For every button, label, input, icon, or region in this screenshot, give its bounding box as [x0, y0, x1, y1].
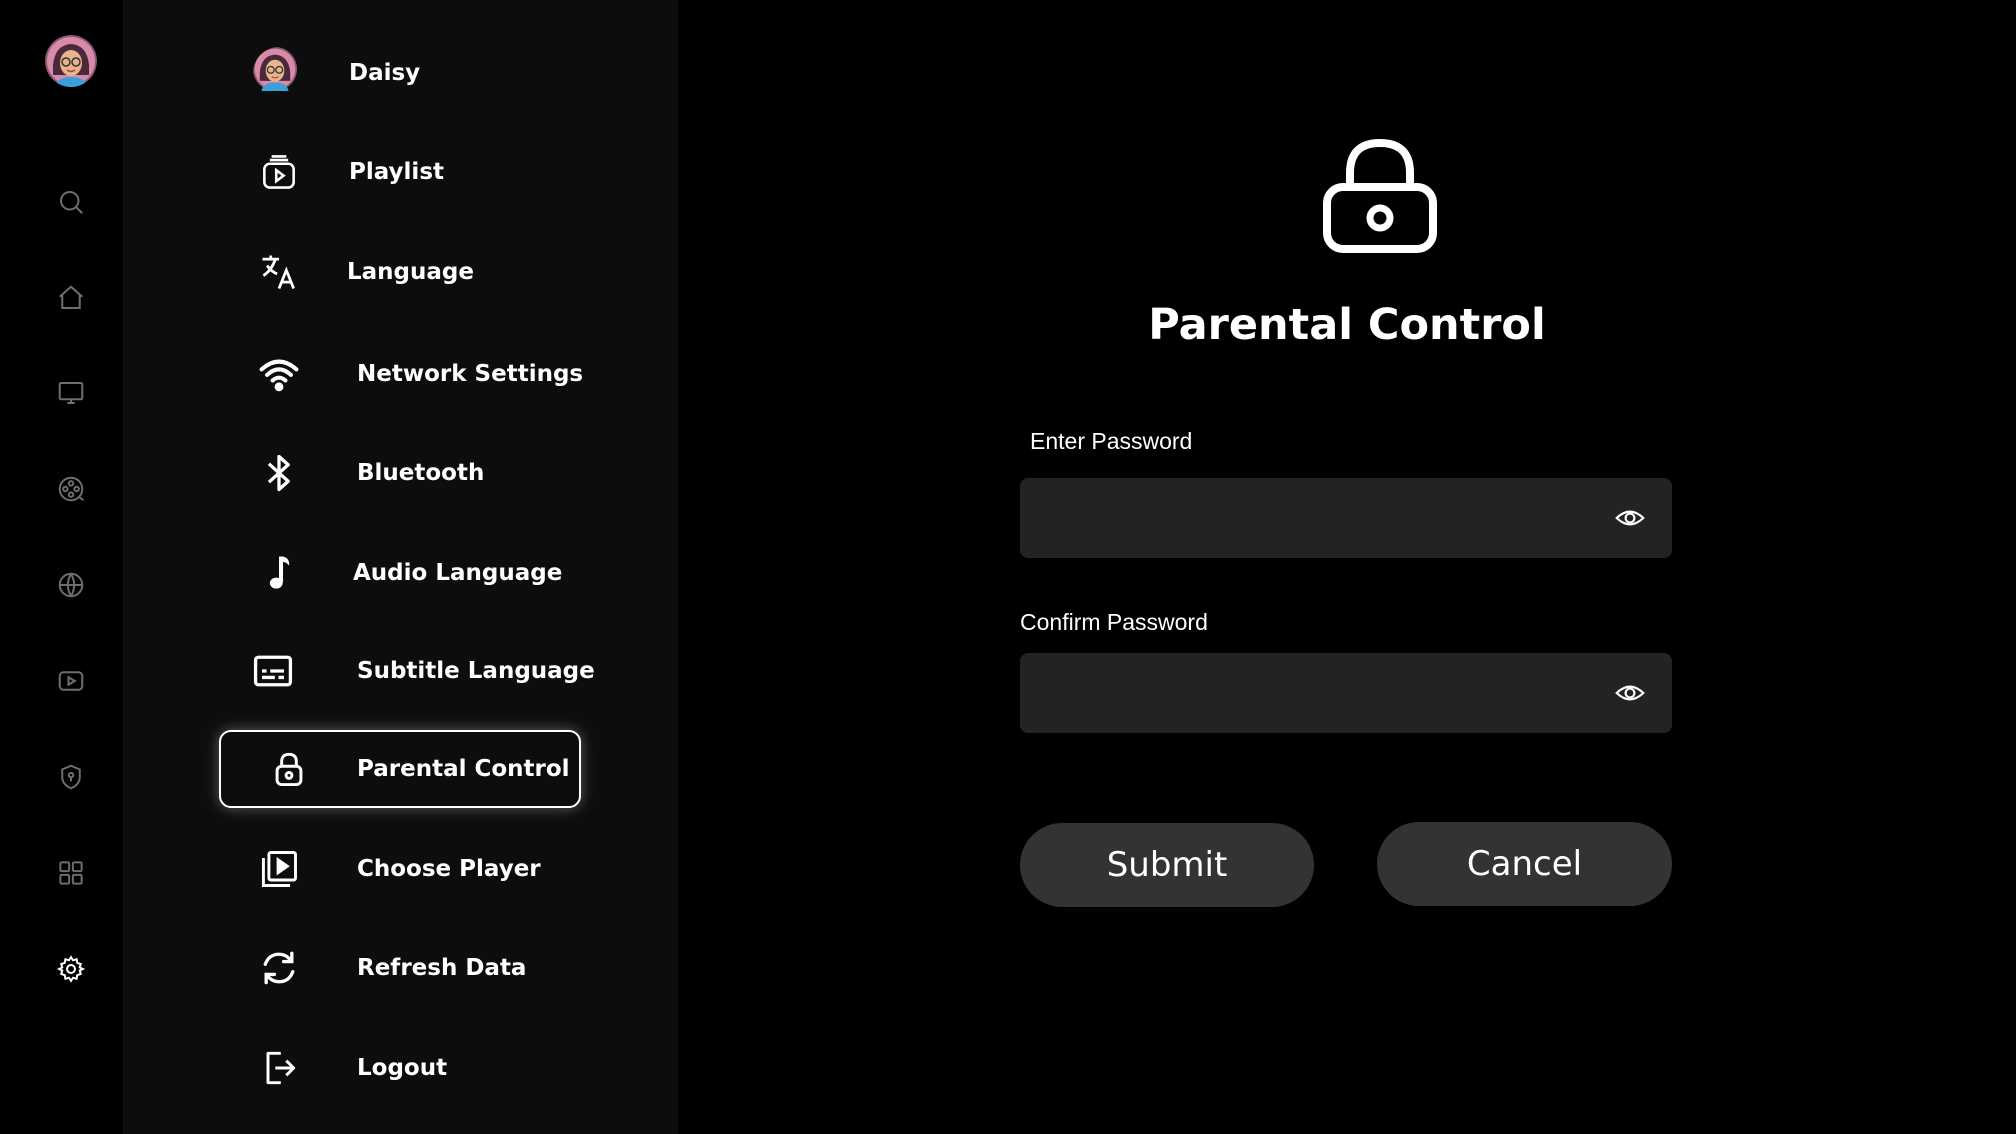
- search-icon[interactable]: [51, 182, 91, 222]
- music-note-icon: [251, 545, 307, 601]
- lock-icon: [261, 741, 317, 797]
- menu-item-label: Choose Player: [357, 856, 541, 882]
- home-icon[interactable]: [51, 278, 91, 318]
- submit-button[interactable]: Submit: [1020, 823, 1314, 907]
- menu-item-bluetooth[interactable]: Bluetooth: [219, 434, 581, 512]
- player-icon: [251, 841, 307, 897]
- menu-item-language[interactable]: Language: [219, 233, 581, 311]
- movies-icon[interactable]: [51, 469, 91, 509]
- cancel-button[interactable]: Cancel: [1377, 822, 1672, 906]
- tv-icon[interactable]: [51, 373, 91, 413]
- menu-item-label: Daisy: [349, 60, 421, 86]
- lock-icon: [1323, 138, 1437, 253]
- menu-item-network-settings[interactable]: Network Settings: [219, 335, 584, 413]
- menu-item-audio-language[interactable]: Audio Language: [219, 534, 581, 612]
- menu-item-parental-control[interactable]: Parental Control: [219, 730, 581, 808]
- menu-item-refresh-data[interactable]: Refresh Data: [219, 929, 581, 1007]
- menu-item-label: Network Settings: [357, 361, 584, 387]
- menu-item-subtitle-language[interactable]: Subtitle Language: [219, 632, 595, 710]
- gear-icon[interactable]: [51, 949, 91, 989]
- confirm-password-label: Confirm Password: [1020, 609, 1208, 635]
- shield-icon[interactable]: [51, 757, 91, 797]
- password-input[interactable]: [1020, 478, 1600, 558]
- menu-item-playlist[interactable]: Playlist: [219, 133, 581, 211]
- eye-icon[interactable]: [1614, 677, 1646, 709]
- menu-item-logout[interactable]: Logout: [219, 1029, 581, 1107]
- menu-item-profile[interactable]: Daisy: [219, 34, 581, 112]
- menu-item-label: Playlist: [349, 159, 444, 185]
- icon-rail: [0, 0, 123, 1134]
- confirm-password-field: [1020, 653, 1672, 733]
- menu-item-label: Parental Control: [357, 756, 570, 782]
- profile-avatar: [251, 45, 307, 101]
- translate-icon: [251, 244, 307, 300]
- page-title: Parental Control: [1148, 300, 1546, 350]
- eye-icon[interactable]: [1614, 502, 1646, 534]
- menu-item-label: Language: [347, 259, 474, 285]
- video-icon[interactable]: [51, 661, 91, 701]
- password-field: [1020, 478, 1672, 558]
- playlist-icon: [251, 144, 307, 200]
- menu-item-label: Refresh Data: [357, 955, 527, 981]
- menu-item-label: Audio Language: [353, 560, 563, 586]
- settings-menu: Daisy Playlist Language Network Settings…: [123, 0, 678, 1134]
- sports-icon[interactable]: [51, 565, 91, 605]
- password-label: Enter Password: [1030, 428, 1193, 454]
- menu-item-choose-player[interactable]: Choose Player: [219, 830, 581, 908]
- bluetooth-icon: [251, 445, 307, 501]
- profile-avatar[interactable]: [45, 35, 97, 87]
- subtitles-icon: [245, 643, 301, 699]
- wifi-icon: [251, 346, 307, 402]
- confirm-password-input[interactable]: [1020, 653, 1600, 733]
- menu-item-label: Bluetooth: [357, 460, 485, 486]
- parental-control-panel: Parental Control Enter Password Confirm …: [678, 0, 2016, 1134]
- grid-icon[interactable]: [51, 853, 91, 893]
- logout-icon: [251, 1040, 307, 1096]
- menu-item-label: Subtitle Language: [357, 658, 595, 684]
- refresh-icon: [251, 940, 307, 996]
- menu-item-label: Logout: [357, 1055, 448, 1081]
